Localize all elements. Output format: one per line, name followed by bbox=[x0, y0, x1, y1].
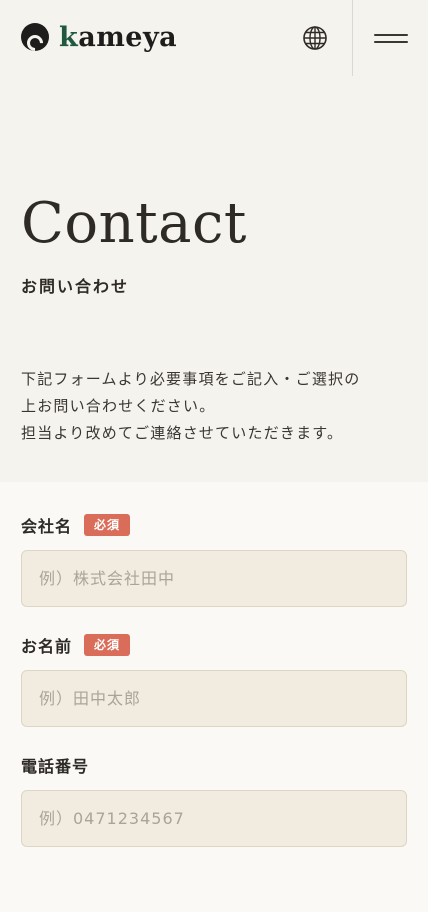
intro-text: 下記フォームより必要事項をご記入・ご選択の 上お問い合わせください。 担当より改… bbox=[21, 366, 411, 447]
menu-line-bottom bbox=[374, 41, 408, 43]
company-input[interactable] bbox=[21, 550, 407, 607]
intro-line: 上お問い合わせください。 bbox=[21, 397, 216, 415]
phone-input[interactable] bbox=[21, 790, 407, 847]
phone-label: 電話番号 bbox=[21, 757, 90, 776]
intro-line: 担当より改めてご連絡させていただきます。 bbox=[21, 424, 344, 442]
page-subtitle: お問い合わせ bbox=[21, 277, 130, 296]
name-label: お名前 bbox=[21, 637, 73, 656]
menu-line-top bbox=[374, 34, 408, 36]
required-badge: 必須 bbox=[84, 513, 131, 537]
page-title: Contact bbox=[21, 191, 247, 256]
intro-line: 下記フォームより必要事項をご記入・ご選択の bbox=[21, 370, 361, 388]
globe-icon[interactable] bbox=[302, 25, 328, 51]
name-input[interactable] bbox=[21, 670, 407, 727]
contact-form: 会社名 必須 お名前 必須 電話番号 bbox=[0, 482, 428, 912]
logo-mark-icon bbox=[21, 23, 49, 51]
header-divider bbox=[352, 0, 353, 76]
hamburger-menu-icon[interactable] bbox=[374, 32, 408, 46]
company-label: 会社名 bbox=[21, 517, 73, 536]
phone-field: 電話番号 bbox=[21, 752, 407, 847]
logo-text: kameya bbox=[59, 24, 177, 51]
site-header: kameya bbox=[0, 0, 428, 76]
name-field: お名前 必須 bbox=[21, 632, 407, 727]
logo-text-rest: ameya bbox=[78, 21, 178, 53]
hero-section: Contact お問い合わせ 下記フォームより必要事項をご記入・ご選択の 上お問… bbox=[0, 76, 428, 482]
logo-text-initial: k bbox=[59, 21, 79, 53]
company-field: 会社名 必須 bbox=[21, 512, 407, 607]
required-badge: 必須 bbox=[84, 633, 131, 657]
logo[interactable]: kameya bbox=[21, 21, 177, 53]
